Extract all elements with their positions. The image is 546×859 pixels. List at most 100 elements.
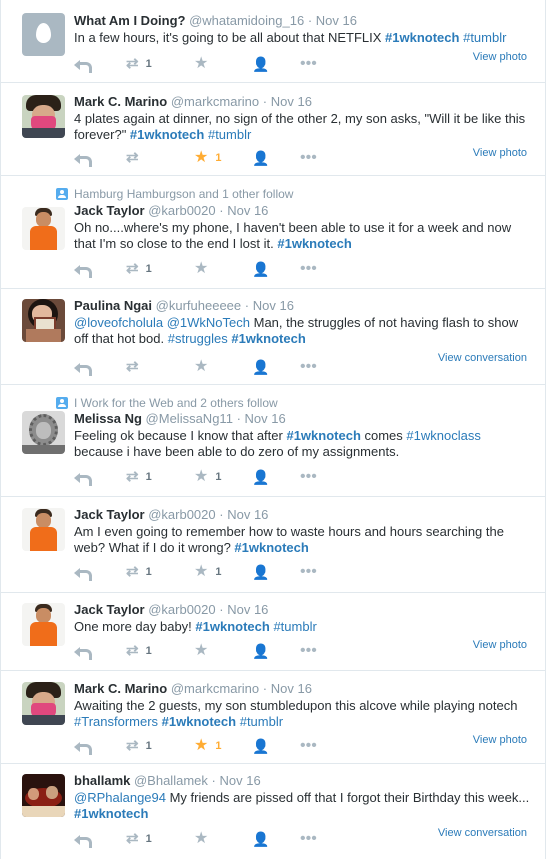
tweet-time[interactable]: Nov 16 [219,773,260,788]
tweet-item[interactable]: What Am I Doing? @whatamidoing_16 · Nov … [1,0,545,83]
hashtag-link[interactable]: #tumblr [273,619,316,634]
hashtag-link[interactable]: #tumblr [208,127,251,142]
mention-link[interactable]: @1WkNoTech [167,315,250,330]
follow-button[interactable]: 👤 [252,360,300,374]
view-photo-link[interactable]: View photo [473,639,527,651]
view-conversation-link[interactable]: View conversation [438,827,527,839]
more-button[interactable]: ••• [300,56,317,72]
more-button[interactable]: ••• [300,564,317,580]
follow-context-text[interactable]: I Work for the Web and 2 others follow [74,396,278,410]
retweet-button[interactable]: ⇄ 1 [126,261,194,276]
follow-button[interactable]: 👤 [252,57,300,71]
reply-button[interactable] [74,834,126,848]
follow-button[interactable]: 👤 [252,644,300,658]
avatar[interactable] [22,682,65,725]
tweet-item[interactable]: I Work for the Web and 2 others follow M… [1,385,545,497]
avatar[interactable] [22,508,65,551]
retweet-button[interactable]: ⇄ [126,359,194,374]
user-handle[interactable]: @karb0020 [148,602,215,617]
retweet-button[interactable]: ⇄ 1 [126,56,194,71]
user-handle[interactable]: @markcmarino [171,94,259,109]
more-button[interactable]: ••• [300,643,317,659]
user-name[interactable]: Mark C. Marino [74,94,167,109]
view-conversation-link[interactable]: View conversation [438,352,527,364]
tweet-item[interactable]: Jack Taylor @karb0020 · Nov 16 One more … [1,593,545,671]
avatar[interactable] [22,299,65,342]
avatar[interactable] [22,13,65,56]
hashtag-link[interactable]: #struggles [168,331,228,346]
more-button[interactable]: ••• [300,469,317,485]
avatar[interactable] [22,774,65,817]
tweet-time[interactable]: Nov 16 [245,411,286,426]
more-button[interactable]: ••• [300,831,317,847]
hashtag-link[interactable]: #1wknotech [277,236,351,251]
user-handle[interactable]: @Bhallamek [134,773,208,788]
user-name[interactable]: Jack Taylor [74,507,145,522]
avatar[interactable] [22,603,65,646]
user-name[interactable]: Melissa Ng [74,411,142,426]
retweet-button[interactable]: ⇄ 1 [126,564,194,579]
hashtag-link[interactable]: #1wknoclass [406,428,480,443]
mention-link[interactable]: @loveofcholula [74,315,163,330]
tweet-time[interactable]: Nov 16 [271,681,312,696]
user-handle[interactable]: @kurfuheeeee [156,298,241,313]
hashtag-link[interactable]: #tumblr [240,714,283,729]
favorite-button[interactable]: ★ [194,56,252,72]
tweet-item[interactable]: Paulina Ngai @kurfuheeeee · Nov 16 @love… [1,289,545,385]
tweet-item[interactable]: Hamburg Hamburgson and 1 other follow Ja… [1,176,545,289]
hashtag-link[interactable]: #1wknotech [231,331,305,346]
retweet-button[interactable]: ⇄ 1 [126,831,194,846]
user-handle[interactable]: @karb0020 [148,203,215,218]
user-handle[interactable]: @karb0020 [148,507,215,522]
reply-button[interactable] [74,264,126,278]
user-handle[interactable]: @MelissaNg11 [146,411,233,426]
reply-button[interactable] [74,362,126,376]
avatar[interactable] [22,95,65,138]
reply-button[interactable] [74,153,126,167]
favorite-button[interactable]: ★ [194,831,252,847]
favorite-button[interactable]: ★ [194,643,252,659]
follow-context-text[interactable]: Hamburg Hamburgson and 1 other follow [74,187,293,201]
avatar[interactable] [22,207,65,250]
hashtag-link[interactable]: #tumblr [463,30,506,45]
view-photo-link[interactable]: View photo [473,147,527,159]
reply-button[interactable] [74,59,126,73]
follow-button[interactable]: 👤 [252,151,300,165]
tweet-item[interactable]: Mark C. Marino @markcmarino · Nov 16 Awa… [1,671,545,764]
user-handle[interactable]: @whatamidoing_16 [189,13,304,28]
tweet-time[interactable]: Nov 16 [227,507,268,522]
avatar[interactable] [22,411,65,454]
tweet-item[interactable]: Mark C. Marino @markcmarino · Nov 16 4 p… [1,83,545,176]
user-name[interactable]: bhallamk [74,773,130,788]
hashtag-link[interactable]: #1wknotech [234,540,308,555]
favorite-button[interactable]: ★ 1 [194,469,252,485]
user-name[interactable]: Jack Taylor [74,203,145,218]
hashtag-link[interactable]: #1wknotech [162,714,236,729]
more-button[interactable]: ••• [300,261,317,277]
view-photo-link[interactable]: View photo [473,734,527,746]
favorite-button[interactable]: ★ 1 [194,150,252,166]
user-handle[interactable]: @markcmarino [171,681,259,696]
follow-button[interactable]: 👤 [252,262,300,276]
retweet-button[interactable]: ⇄ 1 [126,643,194,658]
hashtag-link[interactable]: #1wknotech [195,619,269,634]
favorite-button[interactable]: ★ [194,261,252,277]
retweet-button[interactable]: ⇄ 1 [126,469,194,484]
follow-button[interactable]: 👤 [252,832,300,846]
tweet-time[interactable]: Nov 16 [253,298,294,313]
tweet-time[interactable]: Nov 16 [227,602,268,617]
retweet-button[interactable]: ⇄ [126,150,194,165]
reply-button[interactable] [74,472,126,486]
hashtag-link[interactable]: #1wknotech [130,127,204,142]
reply-button[interactable] [74,567,126,581]
favorite-button[interactable]: ★ 1 [194,738,252,754]
more-button[interactable]: ••• [300,359,317,375]
hashtag-link[interactable]: #1wknotech [74,806,148,821]
follow-button[interactable]: 👤 [252,565,300,579]
tweet-item[interactable]: Jack Taylor @karb0020 · Nov 16 Am I even… [1,497,545,593]
user-name[interactable]: Paulina Ngai [74,298,152,313]
tweet-time[interactable]: Nov 16 [271,94,312,109]
user-name[interactable]: What Am I Doing? [74,13,185,28]
reply-button[interactable] [74,646,126,660]
user-name[interactable]: Mark C. Marino [74,681,167,696]
